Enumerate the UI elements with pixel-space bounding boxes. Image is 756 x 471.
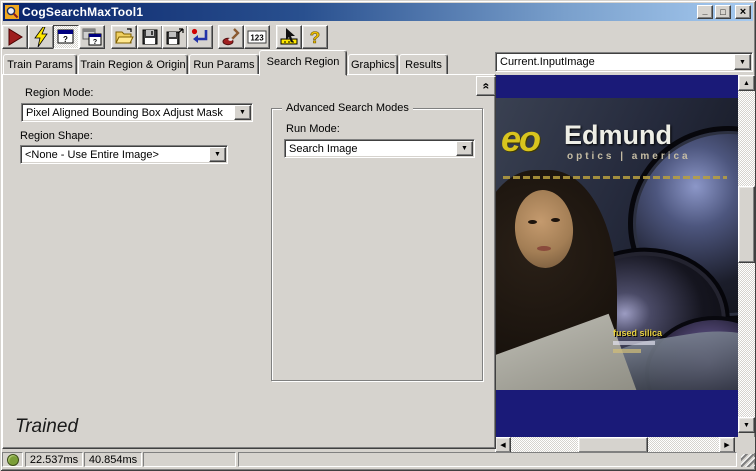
tab-train-params[interactable]: Train Params	[3, 54, 77, 75]
counter-123-icon: 123	[247, 30, 267, 44]
horizontal-scrollbar[interactable]: ◀ ▶	[495, 437, 735, 453]
region-shape-label: Region Shape:	[20, 130, 93, 142]
tab-strip: Train Params Train Region & Origin Run P…	[0, 50, 494, 76]
resize-grip[interactable]	[741, 454, 755, 467]
fine-print-strip	[503, 176, 727, 179]
model-eye-decoration	[528, 220, 537, 224]
status-empty-panel	[143, 452, 236, 467]
caption-bar-decoration	[613, 341, 655, 345]
scroll-up-button[interactable]: ▲	[738, 75, 755, 91]
titlebar[interactable]: CogSearchMaxTool1 _ □ ×	[3, 3, 753, 21]
vertical-scroll-thumb[interactable]	[738, 186, 755, 263]
pointer-tool-button[interactable]	[276, 25, 302, 49]
search-region-page: Region Mode: Pixel Aligned Bounding Box …	[2, 74, 496, 449]
electrode-button[interactable]	[218, 25, 244, 49]
chevron-down-icon[interactable]: ▼	[734, 54, 751, 70]
image-source-combo[interactable]: Current.InputImage ▼	[495, 52, 753, 72]
region-mode-label: Region Mode:	[25, 87, 94, 99]
cover-caption: fused silica	[613, 328, 663, 338]
floppy-icon	[142, 29, 158, 45]
pointer-ruler-icon	[280, 28, 298, 45]
svg-text:?: ?	[93, 39, 97, 46]
run-mode-label: Run Mode:	[286, 123, 340, 135]
floppy-save-as-icon	[166, 28, 184, 45]
svg-text:123: 123	[250, 34, 264, 43]
tool-app-icon	[5, 5, 19, 19]
status-green-dot-icon	[6, 453, 19, 466]
svg-text:?: ?	[310, 28, 320, 47]
play-icon	[8, 28, 23, 46]
magazine-cover-photo: eo Edmund optics | america fused silica	[495, 98, 738, 390]
minimize-button[interactable]: _	[697, 5, 713, 19]
total-time-panel: 40.854ms	[84, 452, 142, 467]
chevron-down-icon[interactable]: ▼	[456, 141, 473, 156]
status-bar: 22.537ms 40.854ms	[2, 452, 755, 468]
scrollbar-corner	[735, 437, 755, 453]
brush-icon	[222, 28, 240, 46]
reset-arrow-icon	[191, 28, 208, 43]
tab-graphics[interactable]: Graphics	[348, 54, 398, 75]
lightning-icon	[34, 27, 48, 47]
cover-subtitle: optics | america	[567, 151, 691, 162]
run-time-panel: 22.537ms	[25, 452, 83, 467]
tab-train-region-origin[interactable]: Train Region & Origin	[78, 54, 188, 75]
group-title: Advanced Search Modes	[282, 102, 413, 114]
close-button[interactable]: ×	[735, 5, 751, 19]
caption-bar-decoration	[613, 349, 641, 353]
advanced-search-modes-group: Advanced Search Modes Run Mode: Search I…	[271, 102, 483, 381]
status-indicator-panel	[2, 452, 23, 467]
trained-status-text: Trained	[15, 416, 79, 437]
model-eye-decoration	[551, 218, 560, 222]
reset-button[interactable]	[187, 25, 213, 49]
tab-results[interactable]: Results	[399, 54, 448, 75]
save-button[interactable]	[137, 25, 163, 49]
chevron-down-icon[interactable]: ▼	[209, 147, 226, 162]
maximize-button[interactable]: □	[715, 5, 731, 19]
window-help-icon: ?	[57, 29, 74, 44]
vertical-scrollbar[interactable]: ▲ ▼	[738, 75, 755, 433]
open-folder-icon	[115, 28, 134, 44]
cover-title: Edmund	[564, 120, 672, 150]
scroll-right-button[interactable]: ▶	[719, 437, 735, 453]
tab-run-params[interactable]: Run Params	[189, 54, 259, 75]
status-message-panel	[238, 452, 737, 467]
cogsearchmaxtool-window: CogSearchMaxTool1 _ □ × ? ? 123 ? Train …	[0, 0, 756, 471]
region-mode-value: Pixel Aligned Bounding Box Adjust Mask	[26, 106, 223, 119]
electric-run-button[interactable]	[28, 25, 54, 49]
image-source-value: Current.InputImage	[500, 56, 595, 68]
toolbar: ? ? 123 ?	[2, 23, 754, 50]
model-lips-decoration	[537, 246, 551, 251]
floating-display-button[interactable]: ?	[79, 25, 105, 49]
help-button[interactable]: ?	[302, 25, 328, 49]
tab-search-region[interactable]: Search Region	[259, 50, 347, 76]
save-as-button[interactable]	[162, 25, 188, 49]
region-mode-combo[interactable]: Pixel Aligned Bounding Box Adjust Mask ▼	[21, 103, 253, 122]
open-file-button[interactable]	[111, 25, 137, 49]
scroll-down-button[interactable]: ▼	[738, 417, 755, 433]
local-display-toggle[interactable]: ?	[53, 25, 79, 49]
run-mode-value: Search Image	[289, 142, 358, 155]
help-icon: ?	[310, 28, 321, 47]
run-mode-combo[interactable]: Search Image ▼	[284, 139, 475, 158]
chevron-down-icon[interactable]: ▼	[234, 105, 251, 120]
chevrons-up-icon: «	[479, 82, 493, 90]
scroll-left-button[interactable]: ◀	[495, 437, 511, 453]
region-shape-combo[interactable]: <None - Use Entire Image> ▼	[20, 145, 228, 164]
eo-logo: eo	[501, 118, 541, 159]
horizontal-scroll-thumb[interactable]	[578, 437, 648, 453]
run-button[interactable]	[2, 25, 28, 49]
region-shape-value: <None - Use Entire Image>	[25, 148, 159, 161]
floating-window-icon: ?	[82, 28, 102, 46]
image-display-viewport[interactable]: eo Edmund optics | america fused silica	[495, 75, 738, 437]
counter-button[interactable]: 123	[244, 25, 270, 49]
svg-text:?: ?	[63, 35, 68, 44]
collapse-panel-button[interactable]: «	[476, 76, 496, 96]
window-title: CogSearchMaxTool1	[22, 5, 144, 19]
